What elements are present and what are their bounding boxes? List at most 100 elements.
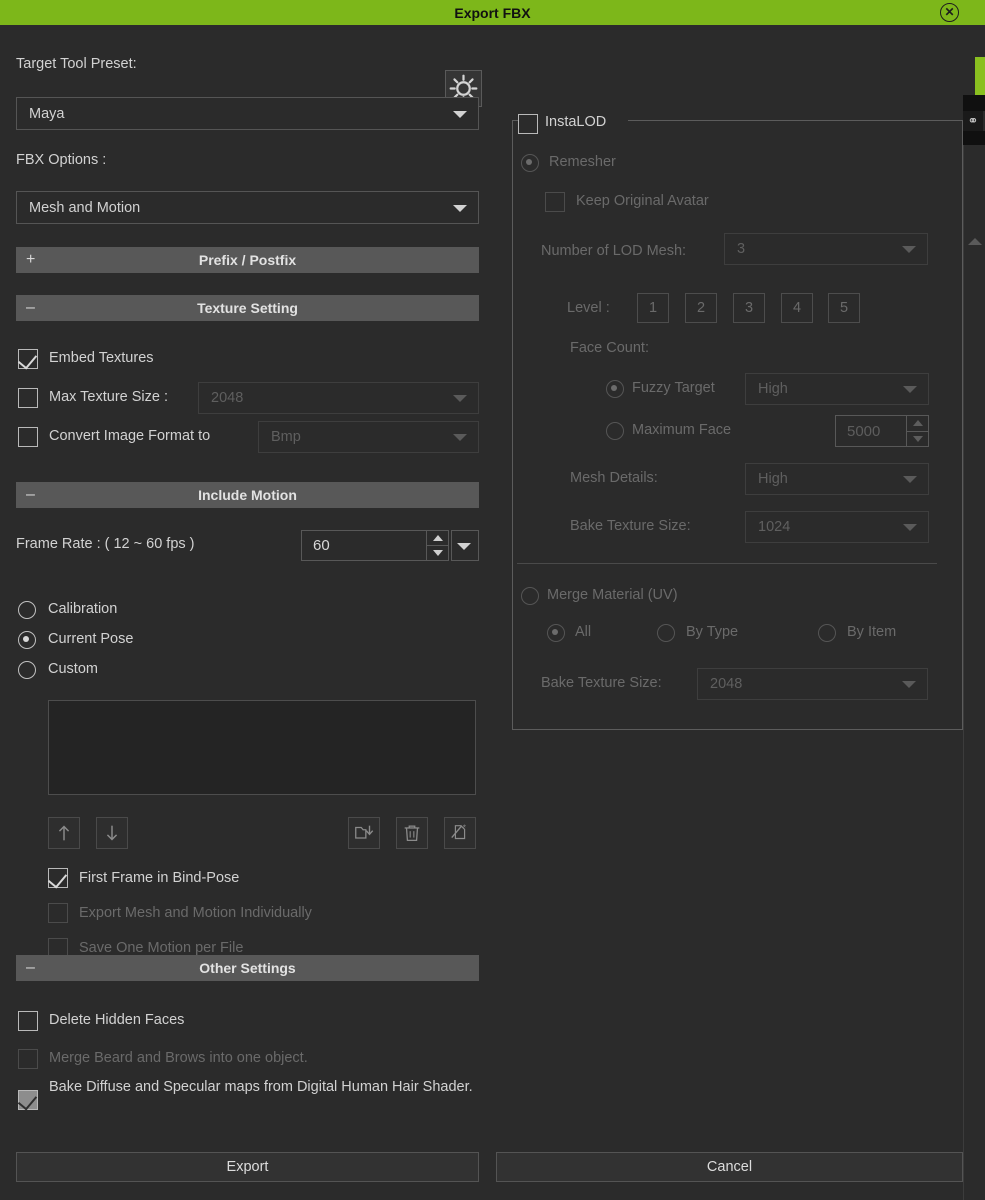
title-bar: Export FBX ✕ (0, 0, 985, 25)
bake-texture-size-dropdown[interactable]: 1024 (745, 511, 929, 543)
chevron-down-icon (457, 542, 471, 550)
export-fbx-dialog: ⚭ Export FBX ✕ Target Tool Preset: Maya … (0, 0, 985, 1200)
left-panel: Target Tool Preset: Maya FBX Options: M… (0, 25, 496, 1135)
maximum-face-stepper[interactable] (906, 416, 928, 446)
current-pose-radio[interactable] (18, 631, 36, 649)
frame-rate-increment[interactable] (427, 531, 448, 546)
maximum-face-decrement[interactable] (907, 432, 928, 447)
background-panel-edge (963, 145, 985, 1200)
arrow-up-icon (912, 420, 923, 427)
section-prefix-postfix[interactable]: + Prefix / Postfix (16, 247, 479, 273)
maximum-face-increment[interactable] (907, 416, 928, 432)
section-include-motion[interactable]: – Include Motion (16, 482, 479, 508)
bake-hair-shader-label: Bake Diffuse and Specular maps from Digi… (49, 1079, 473, 1095)
level-button-1[interactable]: 1 (637, 293, 669, 323)
maximum-face-radio[interactable] (606, 422, 624, 440)
delete-hidden-faces-checkbox[interactable] (18, 1011, 38, 1031)
merge-material-uv-radio[interactable] (521, 587, 539, 605)
embed-textures-checkbox[interactable] (18, 349, 38, 369)
maximum-face-spinner[interactable]: 5000 (835, 415, 929, 447)
level-button-2-label: 2 (696, 300, 706, 316)
collapse-toggle-icon: – (26, 299, 35, 316)
expand-toggle-icon: + (26, 251, 36, 268)
section-texture-setting[interactable]: – Texture Setting (16, 295, 479, 321)
merge-all-radio[interactable] (547, 624, 565, 642)
folder-import-icon (355, 825, 374, 839)
custom-label: Custom (48, 661, 98, 677)
load-motion-button[interactable] (348, 817, 380, 849)
convert-image-format-dropdown[interactable]: Bmp (258, 421, 479, 453)
frame-rate-spinner[interactable]: 60 (301, 530, 449, 561)
remesher-radio[interactable] (521, 154, 539, 172)
bake-texture-size-label: Bake Texture Size: (570, 518, 691, 534)
background-green-accent (975, 57, 985, 95)
level-button-3-label: 3 (744, 300, 754, 316)
close-icon[interactable]: ✕ (940, 3, 959, 22)
motion-list[interactable] (48, 700, 476, 795)
fuzzy-target-radio[interactable] (606, 380, 624, 398)
fuzzy-target-label: Fuzzy Target (632, 380, 715, 396)
keep-original-avatar-checkbox[interactable] (545, 192, 565, 212)
level-button-4[interactable]: 4 (781, 293, 813, 323)
current-pose-label: Current Pose (48, 631, 134, 647)
merge-beard-brows-label: Merge Beard and Brows into one object. (49, 1050, 308, 1066)
convert-image-format-label: Convert Image Format to (49, 428, 211, 444)
level-button-3[interactable]: 3 (733, 293, 765, 323)
merge-bake-texture-size-value: 2048 (710, 676, 743, 692)
background-bar-lower (963, 131, 985, 145)
merge-material-uv-label: Merge Material (UV) (547, 587, 678, 603)
chevron-down-icon (902, 681, 916, 688)
fuzzy-target-dropdown[interactable]: High (745, 373, 929, 405)
level-label: Level : (567, 300, 610, 316)
export-button[interactable]: Export (16, 1152, 479, 1182)
level-button-2[interactable]: 2 (685, 293, 717, 323)
mesh-details-dropdown[interactable]: High (745, 463, 929, 495)
svg-text:*: * (463, 823, 467, 832)
frame-rate-stepper[interactable] (426, 531, 448, 560)
save-one-motion-label: Save One Motion per File (79, 940, 244, 956)
convert-image-format-checkbox[interactable] (18, 427, 38, 447)
mesh-details-label: Mesh Details: (570, 470, 658, 486)
section-include-motion-title: Include Motion (198, 487, 297, 503)
max-texture-size-dropdown[interactable]: 2048 (198, 382, 479, 414)
merge-by-item-radio[interactable] (818, 624, 836, 642)
merge-bake-texture-size-label: Bake Texture Size: (541, 675, 662, 691)
merge-by-type-radio[interactable] (657, 624, 675, 642)
fbx-options-dropdown[interactable]: Mesh and Motion (16, 191, 479, 224)
keep-original-avatar-label: Keep Original Avatar (576, 193, 709, 209)
level-button-1-label: 1 (648, 300, 658, 316)
level-button-5[interactable]: 5 (828, 293, 860, 323)
custom-radio[interactable] (18, 661, 36, 679)
move-down-button[interactable] (96, 817, 128, 849)
frame-rate-decrement[interactable] (427, 546, 448, 560)
bake-hair-shader-checkbox[interactable] (18, 1090, 38, 1110)
cancel-button-label: Cancel (706, 1159, 753, 1175)
export-button-label: Export (226, 1159, 269, 1175)
export-individually-checkbox[interactable] (48, 903, 68, 923)
remesher-label: Remesher (549, 154, 616, 170)
section-texture-setting-title: Texture Setting (197, 300, 298, 316)
delete-hidden-faces-label: Delete Hidden Faces (49, 1012, 185, 1028)
export-individually-label: Export Mesh and Motion Individually (79, 905, 312, 921)
calibration-radio[interactable] (18, 601, 36, 619)
collapse-toggle-icon: – (26, 486, 35, 503)
merge-by-type-label: By Type (686, 624, 739, 640)
target-tool-preset-dropdown[interactable]: Maya (16, 97, 479, 130)
frame-rate-dropdown[interactable] (451, 530, 479, 561)
chevron-down-icon (903, 386, 917, 393)
trash-icon (404, 825, 420, 841)
section-other-settings[interactable]: – Other Settings (16, 955, 479, 981)
merge-beard-brows-checkbox[interactable] (18, 1049, 38, 1069)
move-up-button[interactable] (48, 817, 80, 849)
merge-by-item-label: By Item (847, 624, 897, 640)
clear-motion-button[interactable]: * (444, 817, 476, 849)
background-partial-icon: ⚭ (963, 111, 983, 131)
section-other-settings-title: Other Settings (199, 960, 296, 976)
first-frame-bind-pose-checkbox[interactable] (48, 868, 68, 888)
delete-motion-button[interactable] (396, 817, 428, 849)
merge-bake-texture-size-dropdown[interactable]: 2048 (697, 668, 928, 700)
number-of-lod-mesh-dropdown[interactable]: 3 (724, 233, 928, 265)
instalod-enable-checkbox[interactable] (518, 114, 538, 134)
max-texture-size-checkbox[interactable] (18, 388, 38, 408)
cancel-button[interactable]: Cancel (496, 1152, 963, 1182)
